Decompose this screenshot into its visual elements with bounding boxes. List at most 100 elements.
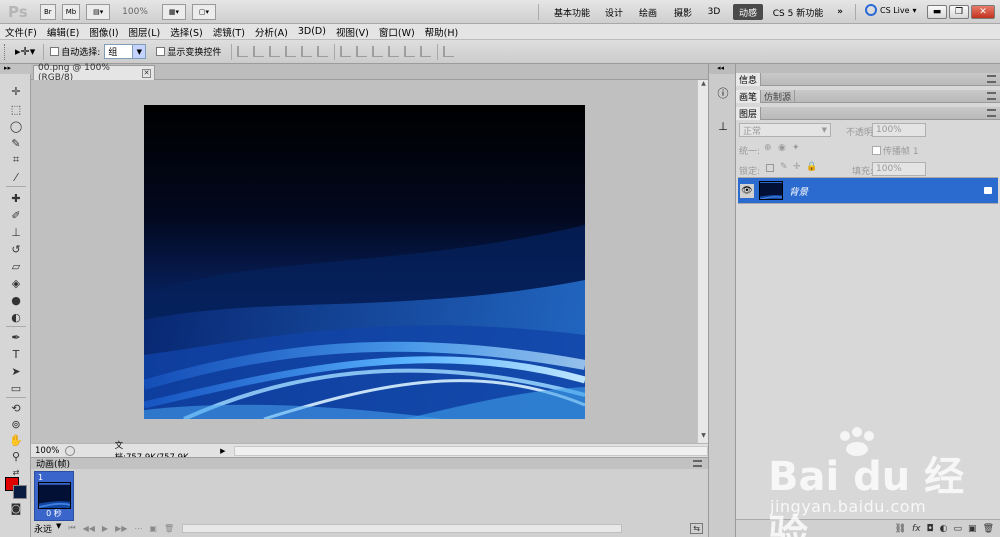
fill-field[interactable]: 100% [872,162,926,176]
align-top-icon[interactable] [237,46,249,57]
blur-tool-icon[interactable]: ● [9,293,23,307]
play-icon[interactable]: ▶ [102,524,108,533]
3d-orbit-tool-icon[interactable]: ⊚ [9,417,23,431]
workspace-motion[interactable]: 动感 [733,4,763,20]
menu-help[interactable]: 帮助(H) [420,25,464,39]
opacity-field[interactable]: 100% [872,123,926,137]
background-color-swatch[interactable] [13,485,27,499]
distribute-bottom-icon[interactable] [372,46,384,57]
menu-edit[interactable]: 编辑(E) [42,25,84,39]
tools-collapse-icon[interactable]: ▸▸ [0,64,31,74]
first-frame-icon[interactable]: ⏮ [68,523,75,533]
unify-style-icon[interactable]: ✦ [792,143,800,153]
menu-window[interactable]: 窗口(W) [374,25,420,39]
loop-dropdown[interactable]: 永远 ▼ [34,522,61,535]
status-menu-icon[interactable] [64,445,75,456]
lasso-tool-icon[interactable]: ◯ [9,119,23,133]
convert-timeline-icon[interactable]: ⇆ [690,522,703,534]
type-tool-icon[interactable]: T [9,347,23,361]
marquee-tool-icon[interactable]: ⬚ [9,102,23,116]
view-extras-button[interactable]: ▤▾ [86,3,111,20]
dock-collapse-icon[interactable]: ◂◂ [709,64,735,74]
horizontal-scrollbar[interactable] [233,445,708,456]
close-tab-icon[interactable]: ✕ [142,68,151,78]
zoom-tool-icon[interactable]: ⚲ [9,449,23,463]
menu-3d[interactable]: 3D(D) [293,26,331,37]
distribute-vcenter-icon[interactable] [356,46,368,57]
panel-menu-icon[interactable] [987,92,996,100]
eye-icon[interactable]: 👁 [740,183,754,198]
show-transform-checkbox[interactable] [156,47,166,56]
eyedropper-tool-icon[interactable]: ⁄ [9,170,23,184]
paint-bucket-tool-icon[interactable]: ◈ [9,276,23,290]
tab-layers[interactable]: 图层 [736,106,762,120]
layer-row-background[interactable]: 👁 背景 [738,178,998,203]
mini-bridge-button[interactable]: Mb [61,3,81,20]
clone-source-panel-icon[interactable]: ⊥ [716,119,730,133]
clone-stamp-tool-icon[interactable]: ⊥ [9,225,23,239]
lock-all-icon[interactable]: 🔒 [806,162,817,172]
next-frame-icon[interactable]: ▶▶ [115,524,127,533]
workspace-design[interactable]: 设计 [600,4,628,20]
more-workspaces-button[interactable]: » [832,4,848,20]
auto-select-dropdown[interactable]: 组 ▼ [104,44,147,59]
move-tool-preset-icon[interactable]: ▸✛▾ [15,45,35,58]
animation-frame[interactable]: 1 0 秒 [34,471,74,521]
healing-brush-tool-icon[interactable]: ✚ [9,191,23,205]
eraser-tool-icon[interactable]: ▱ [9,259,23,273]
zoom-field[interactable]: 100% [35,446,63,456]
tab-clone-source[interactable]: 仿制源 [761,89,796,103]
menu-select[interactable]: 选择(S) [165,25,207,39]
lock-transparent-icon[interactable] [766,164,774,172]
minimize-button[interactable]: ▬ [927,5,947,19]
screen-mode-button[interactable]: ▢▾ [191,3,216,20]
align-vcenter-icon[interactable] [253,46,265,57]
scroll-down-icon[interactable]: ▼ [699,432,708,443]
workspace-painting[interactable]: 绘画 [634,4,662,20]
dodge-tool-icon[interactable]: ◐ [9,310,23,324]
lock-position-icon[interactable]: ✛ [793,162,801,172]
auto-select-option[interactable]: 自动选择: [50,45,100,58]
blend-mode-dropdown[interactable]: 正常 ▼ [739,123,831,137]
vertical-scrollbar[interactable]: ▲ ▼ [697,80,708,443]
align-hcenter-icon[interactable] [301,46,313,57]
bridge-button[interactable]: Br [40,3,56,20]
menu-image[interactable]: 图像(I) [84,25,123,39]
brush-tool-icon[interactable]: ✐ [9,208,23,222]
history-brush-tool-icon[interactable]: ↺ [9,242,23,256]
tween-icon[interactable]: ⋯ [134,524,142,533]
quick-mask-icon[interactable]: ◙ [9,501,23,515]
workspace-cs5-new[interactable]: CS 5 新功能 [770,4,826,20]
distribute-hcenter-icon[interactable] [404,46,416,57]
menu-file[interactable]: 文件(F) [0,25,42,39]
move-tool-icon[interactable]: ✛ [9,84,23,98]
distribute-right-icon[interactable] [420,46,432,57]
menu-analysis[interactable]: 分析(A) [250,25,293,39]
hand-tool-icon[interactable]: ✋ [9,433,23,447]
workspace-photography[interactable]: 摄影 [669,4,697,20]
menu-filter[interactable]: 滤镜(T) [208,25,250,39]
propagate-checkbox[interactable] [872,146,881,155]
show-transform-option[interactable]: 显示变换控件 [156,45,221,58]
panel-menu-icon[interactable] [987,109,996,117]
align-right-icon[interactable] [317,46,329,57]
quick-select-tool-icon[interactable]: ✎ [9,136,23,150]
document-tab[interactable]: 00.png @ 100%(RGB/8) ✕ [33,63,155,83]
panel-menu-icon[interactable] [693,460,702,467]
duplicate-frame-icon[interactable]: ▣ [149,524,157,533]
tab-info[interactable]: 信息 [736,72,762,86]
options-grip[interactable] [4,43,7,60]
unify-position-icon[interactable]: ⊕ [764,143,772,153]
unify-visibility-icon[interactable]: ◉ [778,143,786,153]
zoom-level-dropdown[interactable]: 100% [122,7,148,17]
cs-live-menu[interactable]: CS Live ▾ [865,4,917,16]
timeline-scrollbar[interactable] [182,523,623,533]
workspace-3d[interactable]: 3D [702,4,726,20]
crop-tool-icon[interactable]: ⌗ [9,153,23,167]
frame-duration[interactable]: 0 秒 [35,508,73,519]
status-arrow-icon[interactable]: ▶ [220,447,225,455]
align-left-icon[interactable] [285,46,297,57]
propagate-frame-option[interactable]: 传播帧 1 [872,144,919,157]
auto-align-icon[interactable] [443,46,455,57]
previous-frame-icon[interactable]: ◀◀ [83,524,95,533]
